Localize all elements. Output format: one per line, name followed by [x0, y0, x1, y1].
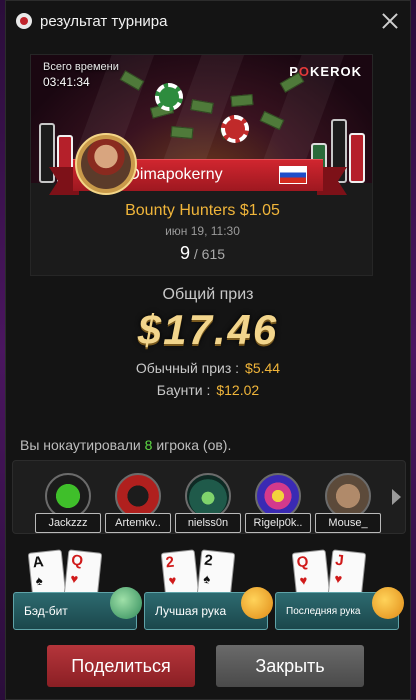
result-card: Всего времени 03:41:34 POKEROK Dimapoker… [30, 54, 373, 276]
scroll-right-arrow-icon[interactable] [392, 489, 401, 505]
knockout-summary: Вы нокаутировали 8 игрока (ов). [20, 437, 232, 453]
total-time-label: Всего времени [43, 61, 119, 73]
best-hand-cards: 2 ♥ 2 ♠ [160, 549, 243, 599]
knockout-count: 8 [144, 437, 153, 453]
poker-chip-icon [16, 13, 32, 29]
sick-emoji-icon [110, 587, 142, 619]
last-hand-button[interactable]: Последняя рука [275, 587, 404, 630]
knocked-player-2[interactable]: Artemkv.. [105, 471, 171, 533]
bounty-prize-amount: $12.02 [216, 382, 260, 398]
title-bar: результат турнира [6, 1, 410, 41]
close-button[interactable]: Закрыть [216, 645, 364, 687]
russia-flag-icon [279, 166, 307, 184]
knocked-player-5[interactable]: Mouse_ [315, 471, 381, 533]
total-prize-amount: $17.46 [137, 306, 279, 353]
place-total: / 615 [193, 246, 226, 262]
tournament-name: Bounty Hunters $1.05 [125, 202, 280, 219]
tournament-date: июн 19, 11:30 [165, 224, 240, 238]
close-icon[interactable] [380, 11, 400, 31]
bounty-prize-row: Баунти : $12.02 [156, 382, 260, 398]
bad-beat-cards: A ♠ Q ♥ [27, 549, 110, 599]
knocked-player-3[interactable]: nielss0n [175, 471, 241, 533]
regular-prize-row: Обычный приз : $5.44 [135, 360, 281, 376]
place-position: 9 [179, 243, 190, 263]
total-time-value: 03:41:34 [43, 75, 90, 89]
thumbs-up-emoji-icon [241, 587, 273, 619]
pokerok-logo: POKEROK [289, 64, 362, 79]
knocked-out-players: Jackzzz Artemkv.. nielss0n Rigelp0k.. Mo… [12, 460, 406, 534]
knocked-player-1[interactable]: Jackzzz [35, 471, 101, 533]
last-hand-cards: Q ♥ J ♥ [291, 549, 374, 599]
dialog-title: результат турнира [40, 12, 168, 30]
player-avatar [75, 133, 137, 195]
waving-emoji-icon [372, 587, 404, 619]
share-button[interactable]: Поделиться [47, 645, 195, 687]
best-hand-button[interactable]: Лучшая рука [144, 587, 273, 630]
regular-prize-amount: $5.44 [245, 360, 281, 376]
finishing-place: 9 / 615 [31, 243, 372, 264]
knocked-player-4[interactable]: Rigelp0k.. [245, 471, 311, 533]
total-prize-label: Общий приз [162, 286, 254, 303]
bad-beat-button[interactable]: Бэд-бит [13, 587, 142, 630]
